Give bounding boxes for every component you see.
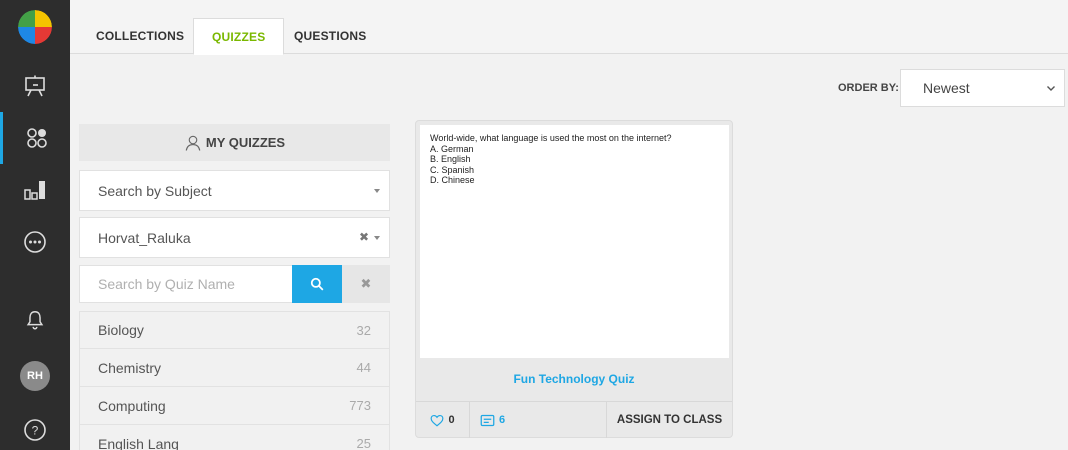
- presentation-icon: [25, 75, 45, 97]
- subject-list: Biology 32 Chemistry 44 Computing 773 En…: [79, 311, 390, 450]
- sidebar-item-help[interactable]: ?: [0, 404, 70, 450]
- subject-name: English Lang: [98, 435, 179, 450]
- sidebar-item-presentations[interactable]: [0, 60, 70, 112]
- quiz-card: World-wide, what language is used the mo…: [415, 120, 733, 438]
- user-icon: [185, 135, 201, 151]
- assign-to-class-button[interactable]: ASSIGN TO CLASS: [607, 402, 732, 438]
- tab-bar: COLLECTIONS QUIZZES QUESTIONS: [70, 0, 1068, 55]
- subject-dropdown[interactable]: Search by Subject: [79, 170, 390, 211]
- chevron-down-icon: [1047, 86, 1055, 91]
- quiz-option: D. Chinese: [430, 175, 475, 186]
- sidebar-item-profile[interactable]: RH: [0, 350, 70, 402]
- quiz-dots-icon: [26, 128, 47, 148]
- bar-chart-icon: [24, 181, 45, 200]
- tab-collections[interactable]: COLLECTIONS: [78, 18, 202, 54]
- subject-name: Computing: [98, 397, 166, 414]
- subject-row-computing[interactable]: Computing 773: [79, 387, 390, 425]
- caret-down-icon: [374, 189, 380, 193]
- bell-icon: [26, 311, 44, 330]
- subject-count: 773: [349, 398, 371, 413]
- tab-quizzes[interactable]: QUIZZES: [193, 18, 285, 55]
- order-by-label: ORDER BY:: [838, 82, 899, 94]
- question-count: 6: [499, 414, 506, 426]
- subject-count: 44: [356, 360, 371, 375]
- my-quizzes-header[interactable]: MY QUIZZES: [79, 124, 390, 161]
- caret-down-icon: [374, 236, 380, 240]
- help-icon: ?: [24, 419, 46, 441]
- order-by-value: Newest: [923, 80, 970, 96]
- search-icon: [310, 277, 324, 291]
- like-button[interactable]: 0: [416, 402, 470, 438]
- svg-text:?: ?: [32, 424, 39, 438]
- clear-search-button[interactable]: ✖: [342, 265, 390, 303]
- quiz-option: B. English: [430, 154, 471, 165]
- subject-count: 25: [356, 436, 371, 450]
- quiz-preview[interactable]: World-wide, what language is used the mo…: [420, 125, 729, 358]
- close-icon: ✖: [360, 276, 372, 291]
- quiz-title-link[interactable]: Fun Technology Quiz: [416, 359, 732, 399]
- more-icon: [24, 231, 46, 253]
- sidebar-item-reports[interactable]: [0, 164, 70, 216]
- sidebar: RH ?: [0, 0, 70, 450]
- order-by-select[interactable]: Newest: [900, 69, 1065, 107]
- app-logo[interactable]: [18, 10, 52, 44]
- heart-icon: [431, 414, 444, 426]
- subject-row-biology[interactable]: Biology 32: [79, 311, 390, 349]
- quiz-search-group: ✖: [79, 265, 390, 303]
- sidebar-item-quizzes[interactable]: [0, 112, 70, 164]
- subject-row-english-lang[interactable]: English Lang 25: [79, 425, 390, 450]
- author-dropdown-value: Horvat_Raluka: [98, 229, 191, 246]
- quiz-option: A. German: [430, 143, 474, 154]
- tab-questions[interactable]: QUESTIONS: [276, 18, 384, 54]
- author-dropdown[interactable]: Horvat_Raluka ✖: [79, 217, 390, 258]
- subject-dropdown-value: Search by Subject: [98, 182, 212, 199]
- subject-name: Biology: [98, 322, 144, 338]
- logo-icon: [18, 10, 52, 44]
- quiz-search-input[interactable]: [79, 265, 293, 303]
- like-count: 0: [448, 414, 455, 426]
- clear-author-icon[interactable]: ✖: [359, 230, 369, 244]
- subject-count: 32: [356, 322, 371, 338]
- my-quizzes-title: MY QUIZZES: [205, 135, 286, 150]
- subject-row-chemistry[interactable]: Chemistry 44: [79, 349, 390, 387]
- question-count-button[interactable]: 6: [470, 402, 607, 438]
- sidebar-item-notifications[interactable]: [0, 294, 70, 346]
- quiz-question: World-wide, what language is used the mo…: [430, 133, 672, 143]
- quiz-option: C. Spanish: [430, 164, 475, 175]
- subject-name: Chemistry: [98, 359, 162, 376]
- search-button[interactable]: [292, 265, 342, 303]
- avatar: RH: [20, 361, 50, 391]
- questions-list-icon: [480, 414, 495, 426]
- quiz-card-footer: 0 6 ASSIGN TO CLASS: [416, 401, 732, 438]
- sidebar-item-more[interactable]: [0, 216, 70, 268]
